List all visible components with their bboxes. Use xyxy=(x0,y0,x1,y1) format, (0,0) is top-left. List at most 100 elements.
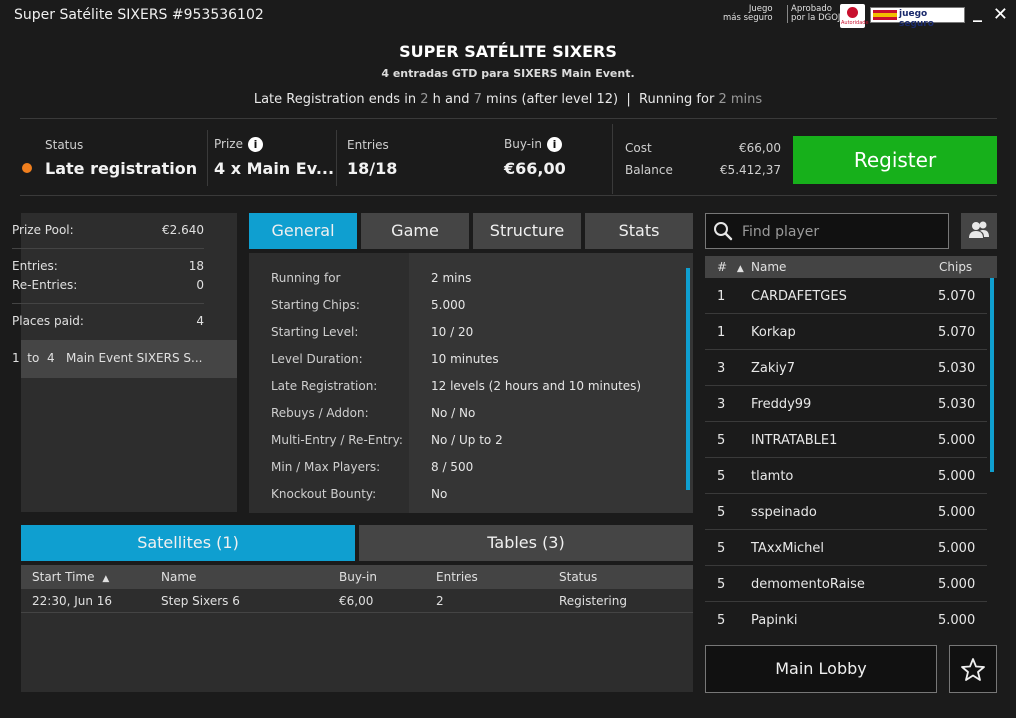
general-value: 8 / 500 xyxy=(431,460,474,474)
table-row[interactable]: 1 CARDAFETGES 5.070 xyxy=(705,278,987,314)
general-label: Knockout Bounty: xyxy=(271,487,377,501)
player-rank: 5 xyxy=(717,577,726,592)
authority-seal-logo: Autoridade xyxy=(840,4,869,28)
running-prefix: Running for xyxy=(639,92,715,107)
buddies-button[interactable] xyxy=(961,213,997,249)
general-label: Late Registration: xyxy=(271,379,378,393)
balance-label: Balance xyxy=(625,163,673,177)
table-row[interactable]: 5 sspeinado 5.000 xyxy=(705,494,987,530)
entries-label: Entries: xyxy=(12,259,58,273)
separator: | xyxy=(626,92,631,107)
column-header[interactable]: Buy-in xyxy=(339,570,377,584)
juego-seguro-text: juego seguro xyxy=(899,9,934,29)
late-hours: 2 xyxy=(420,92,429,107)
register-button[interactable]: Register xyxy=(793,136,997,184)
general-value: No / Up to 2 xyxy=(431,433,503,447)
column-header[interactable]: Chips xyxy=(939,260,972,274)
info-icon[interactable]: i xyxy=(247,137,263,152)
divider xyxy=(21,612,693,613)
general-value: 5.000 xyxy=(431,298,466,312)
table-row[interactable]: 1 Korkap 5.070 xyxy=(705,314,987,350)
player-chips: 5.000 xyxy=(938,541,976,556)
player-name: Freddy99 xyxy=(751,397,812,412)
divider xyxy=(207,130,208,186)
find-player-input[interactable] xyxy=(742,222,942,242)
player-rank: 5 xyxy=(717,433,726,448)
close-button[interactable]: ✕ xyxy=(993,4,1008,25)
player-rank: 1 xyxy=(717,325,726,340)
player-chips: 5.000 xyxy=(938,577,976,592)
main-lobby-button[interactable]: Main Lobby xyxy=(705,645,937,693)
tab-satellites[interactable]: Satellites (1) xyxy=(21,525,355,561)
column-header[interactable]: Status xyxy=(559,570,597,584)
places-paid-row: Places paid: 4 xyxy=(12,314,204,328)
seal-text: Autoridade xyxy=(841,20,869,26)
prize-pool-row: Prize Pool: €2.640 xyxy=(12,223,204,237)
logo-line: más seguro xyxy=(723,13,773,23)
table-row[interactable]: 5 Papinki 5.000 xyxy=(705,602,987,636)
buyin-label-group: Buy-in i xyxy=(504,137,562,152)
divider xyxy=(612,124,613,194)
column-header[interactable]: Entries xyxy=(436,570,478,584)
sort-start-time[interactable]: Start Time ▲ xyxy=(32,570,109,584)
status-label: Status xyxy=(45,138,84,152)
prize-value: 4 x Main Ev... xyxy=(214,159,335,178)
divider xyxy=(12,248,204,249)
satellite-buyin[interactable]: €6,00 xyxy=(339,594,373,608)
sort-ascending-icon: ▲ xyxy=(736,264,744,274)
players-scrollbar[interactable] xyxy=(990,278,994,472)
favorite-button[interactable] xyxy=(949,645,997,693)
cost-value: €66,00 xyxy=(739,141,781,155)
dgoj-logo: Aprobado por la DGOJ xyxy=(787,5,840,23)
player-rank: 5 xyxy=(717,469,726,484)
satellite-status[interactable]: Registering xyxy=(559,594,627,608)
satellite-start[interactable]: 22:30, Jun 16 xyxy=(32,594,112,608)
buyin-label: Buy-in xyxy=(504,137,542,151)
minimize-button[interactable]: _ xyxy=(973,2,982,23)
tab-stats[interactable]: Stats xyxy=(585,213,693,249)
balance-value: €5.412,37 xyxy=(719,163,781,177)
tab-tables[interactable]: Tables (3) xyxy=(359,525,693,561)
tab-game[interactable]: Game xyxy=(361,213,469,249)
player-rank: 3 xyxy=(717,397,726,412)
prize-pool-label: Prize Pool: xyxy=(12,223,74,237)
tournament-title: SUPER SATÉLITE SIXERS xyxy=(399,42,617,61)
users-icon xyxy=(969,221,989,238)
table-row[interactable]: 5 TAxxMichel 5.000 xyxy=(705,530,987,566)
satellite-name[interactable]: Step Sixers 6 xyxy=(161,594,240,608)
table-row[interactable]: 3 Zakiy7 5.030 xyxy=(705,350,987,386)
general-label: Min / Max Players: xyxy=(271,460,381,474)
late-minutes-unit: mins xyxy=(486,92,518,107)
general-value: 10 / 20 xyxy=(431,325,474,339)
table-row[interactable]: 3 Freddy99 5.030 xyxy=(705,386,987,422)
sort-rank[interactable]: # ▲ xyxy=(717,260,744,274)
player-rank: 3 xyxy=(717,361,726,376)
divider xyxy=(12,303,204,304)
general-label: Level Duration: xyxy=(271,352,363,366)
cost-label: Cost xyxy=(625,141,652,155)
column-header[interactable]: Name xyxy=(751,260,786,274)
satellite-entries[interactable]: 2 xyxy=(436,594,444,608)
player-chips: 5.070 xyxy=(938,289,976,304)
tab-structure[interactable]: Structure xyxy=(473,213,581,249)
general-label: Rebuys / Addon: xyxy=(271,406,369,420)
table-row[interactable]: 5 tlamto 5.000 xyxy=(705,458,987,494)
player-name: Papinki xyxy=(751,613,798,628)
column-header: # xyxy=(717,260,728,274)
tab-general[interactable]: General xyxy=(249,213,357,249)
divider xyxy=(336,130,337,186)
status-indicator-icon xyxy=(22,163,32,173)
column-header[interactable]: Name xyxy=(161,570,196,584)
buyin-value: €66,00 xyxy=(504,159,566,178)
players-list: 1 CARDAFETGES 5.070 1 Korkap 5.070 3 Zakiy7 5.… xyxy=(705,278,987,636)
prize-row-text: 1 to 4 Main Event SIXERS S... xyxy=(12,351,203,365)
table-row[interactable]: 5 demomentoRaise 5.000 xyxy=(705,566,987,602)
general-value: No / No xyxy=(431,406,476,420)
general-scrollbar[interactable] xyxy=(686,268,690,490)
info-icon[interactable]: i xyxy=(547,137,562,152)
player-rank: 5 xyxy=(717,505,726,520)
player-chips: 5.000 xyxy=(938,613,976,628)
table-row[interactable]: 5 INTRATABLE1 5.000 xyxy=(705,422,987,458)
juego-seguro-logo: juego seguro xyxy=(870,7,965,29)
player-name: Zakiy7 xyxy=(751,361,795,376)
